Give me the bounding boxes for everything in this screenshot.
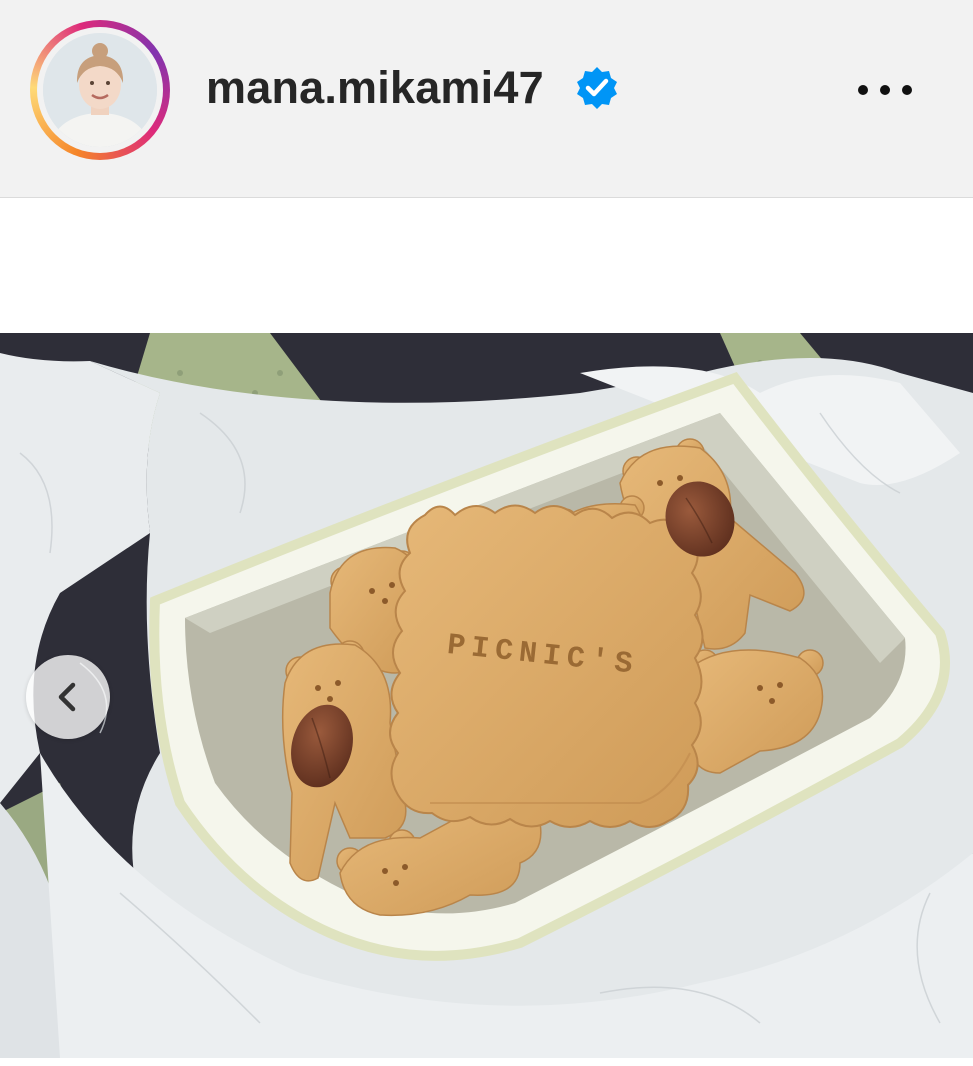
previous-photo-button[interactable] [26,655,110,739]
username[interactable]: mana.mikami47 [206,62,544,114]
cookies-in-tin-image: PICNIC'S [0,333,973,1058]
verified-badge-icon [577,67,617,109]
more-dot-icon [902,85,912,95]
avatar-portrait-icon [43,33,157,147]
post-photo[interactable]: PICNIC'S [0,333,973,1058]
more-options-button[interactable] [850,70,920,110]
avatar[interactable] [43,33,157,147]
more-dot-icon [858,85,868,95]
post-header: mana.mikami47 [0,0,973,198]
story-ring[interactable] [30,20,170,160]
chevron-left-icon [58,682,76,712]
more-dot-icon [880,85,890,95]
